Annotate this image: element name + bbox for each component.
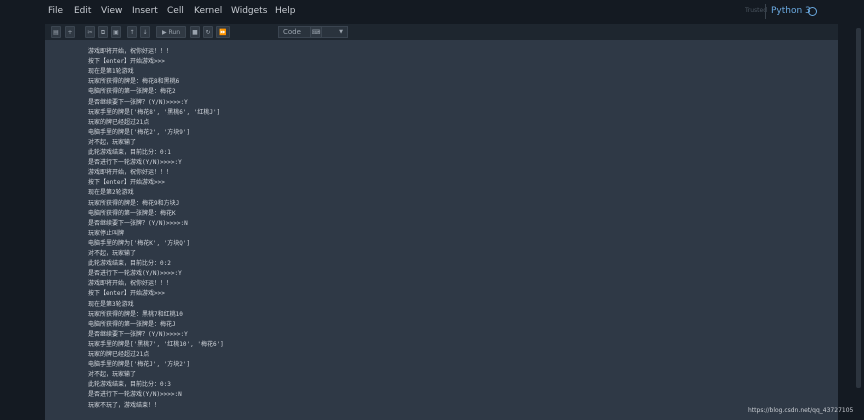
plus-icon[interactable]: +	[65, 26, 75, 38]
output-line: 电脑所获得的第一张牌是：梅花J	[88, 320, 176, 328]
stop-icon[interactable]: ■	[190, 26, 200, 38]
menu-file[interactable]: File	[48, 6, 63, 16]
output-line: 是否进行下一轮游戏(Y/N)>>>>:N	[88, 391, 182, 399]
output-line: 是否继续要下一张牌？(Y/N)>>>>:Y	[88, 98, 188, 106]
restart-icon[interactable]: ↻	[203, 26, 213, 38]
output-line: 是否继续要下一张牌？(Y/N)>>>>:Y	[88, 330, 188, 338]
menu-help[interactable]: Help	[275, 6, 296, 16]
output-line: 游戏即将开始，祝你好运！！！	[88, 280, 173, 288]
fast-forward-icon[interactable]: ⏩	[216, 26, 230, 38]
menu-bar: File Edit View Insert Cell Kernel Widget…	[0, 0, 864, 24]
arrow-up-icon[interactable]: ↑	[127, 26, 137, 38]
output-line: 玩家所获得的牌是：梅花8和黑桃6	[88, 78, 180, 86]
output-line: 玩家的牌已经超过21点	[88, 118, 150, 126]
cell-output-area[interactable]: 游戏即将开始，祝你好运！！！ 按下【enter】开始游戏>>> 现在是第1轮游戏 玩家…	[45, 40, 838, 420]
output-line: 此轮游戏结束，目前比分：0:2	[88, 260, 171, 268]
paste-icon[interactable]: ▣	[111, 26, 121, 38]
arrow-down-icon[interactable]: ↓	[140, 26, 150, 38]
output-line: 现在是第1轮游戏	[88, 68, 134, 76]
save-icon[interactable]: ▤	[51, 26, 61, 38]
run-icon: ▶	[161, 29, 167, 36]
menu-widgets[interactable]: Widgets	[231, 6, 267, 16]
output-line: 电脑手里的牌是['梅花J', '方块2']	[88, 361, 191, 369]
run-label: Run	[168, 29, 181, 36]
trusted-indicator[interactable]: Trusted	[745, 7, 767, 14]
output-line: 按下【enter】开始游戏>>>	[88, 58, 165, 66]
output-line: 玩家所获得的牌是：黑桃7和红桃10	[88, 310, 183, 318]
output-line: 游戏即将开始，祝你好运！！！	[88, 48, 173, 55]
output-line: 是否进行下一轮游戏(Y/N)>>>>:Y	[88, 270, 182, 278]
notebook-container: 游戏即将开始，祝你好运！！！ 按下【enter】开始游戏>>> 现在是第1轮游戏 玩家…	[45, 40, 838, 420]
menu-insert[interactable]: Insert	[132, 6, 158, 16]
output-line: 是否进行下一轮游戏(Y/N)>>>>:Y	[88, 159, 182, 167]
watermark-text: https://blog.csdn.net/qq_43727105	[748, 407, 854, 414]
output-line: 按下【enter】开始游戏>>>	[88, 290, 165, 298]
output-line: 电脑所获得的第一张牌是：梅花2	[88, 88, 176, 96]
output-line: 现在是第3轮游戏	[88, 300, 134, 308]
output-line: 玩家的牌已经超过21点	[88, 351, 150, 358]
notebook-toolbar: ▤ + ✂ ⧉ ▣ ↑ ↓ ▶ Run ■ ↻ ⏩ Code ▼ ⌨	[45, 24, 838, 40]
output-line: 玩家手里的牌是['黑桃7', '红桃10', '梅花6']	[88, 340, 224, 348]
kernel-name[interactable]: Python 3	[771, 6, 811, 16]
output-line: 玩家不玩了，游戏结束！！	[88, 401, 161, 409]
cell-type-value: Code	[283, 28, 301, 36]
menu-edit[interactable]: Edit	[74, 6, 91, 16]
output-line: 对不起，玩家输了	[88, 371, 137, 379]
keyboard-icon[interactable]: ⌨	[310, 26, 322, 38]
output-line: 此轮游戏结束，目前比分：0:1	[88, 149, 171, 156]
output-line: 此轮游戏结束，目前比分：0:3	[88, 381, 171, 389]
kernel-separator	[765, 4, 766, 19]
output-line: 电脑所获得的第一张牌是：梅花K	[88, 209, 176, 217]
output-line: 按下【enter】开始游戏>>>	[88, 179, 165, 187]
output-line: 游戏即将开始，祝你好运！！！	[88, 169, 173, 177]
menu-kernel[interactable]: Kernel	[194, 6, 222, 16]
output-line: 对不起，玩家输了	[88, 250, 137, 257]
output-line: 玩家所获得的牌是：梅花9和方块J	[88, 199, 180, 207]
copy-icon[interactable]: ⧉	[98, 26, 108, 38]
output-line: 玩家停止叫牌	[88, 229, 125, 237]
kernel-status-icon	[808, 7, 817, 16]
menu-cell[interactable]: Cell	[167, 6, 184, 16]
output-line: 玩家手里的牌是['梅花8', '黑桃6', '红桃J']	[88, 108, 221, 116]
chevron-down-icon: ▼	[339, 29, 343, 35]
cut-icon[interactable]: ✂	[85, 26, 95, 38]
output-line: 电脑手里的牌为['梅花K', '方块Q']	[88, 239, 191, 247]
run-button[interactable]: ▶ Run	[156, 26, 186, 38]
output-line: 现在是第2轮游戏	[88, 189, 134, 197]
output-line: 对不起，玩家输了	[88, 138, 137, 146]
menu-view[interactable]: View	[101, 6, 122, 16]
scrollbar-thumb[interactable]	[856, 28, 861, 388]
output-line: 是否继续要下一张牌？(Y/N)>>>>:N	[88, 219, 188, 227]
output-line: 电脑手里的牌是['梅花2', '方块9']	[88, 128, 191, 136]
